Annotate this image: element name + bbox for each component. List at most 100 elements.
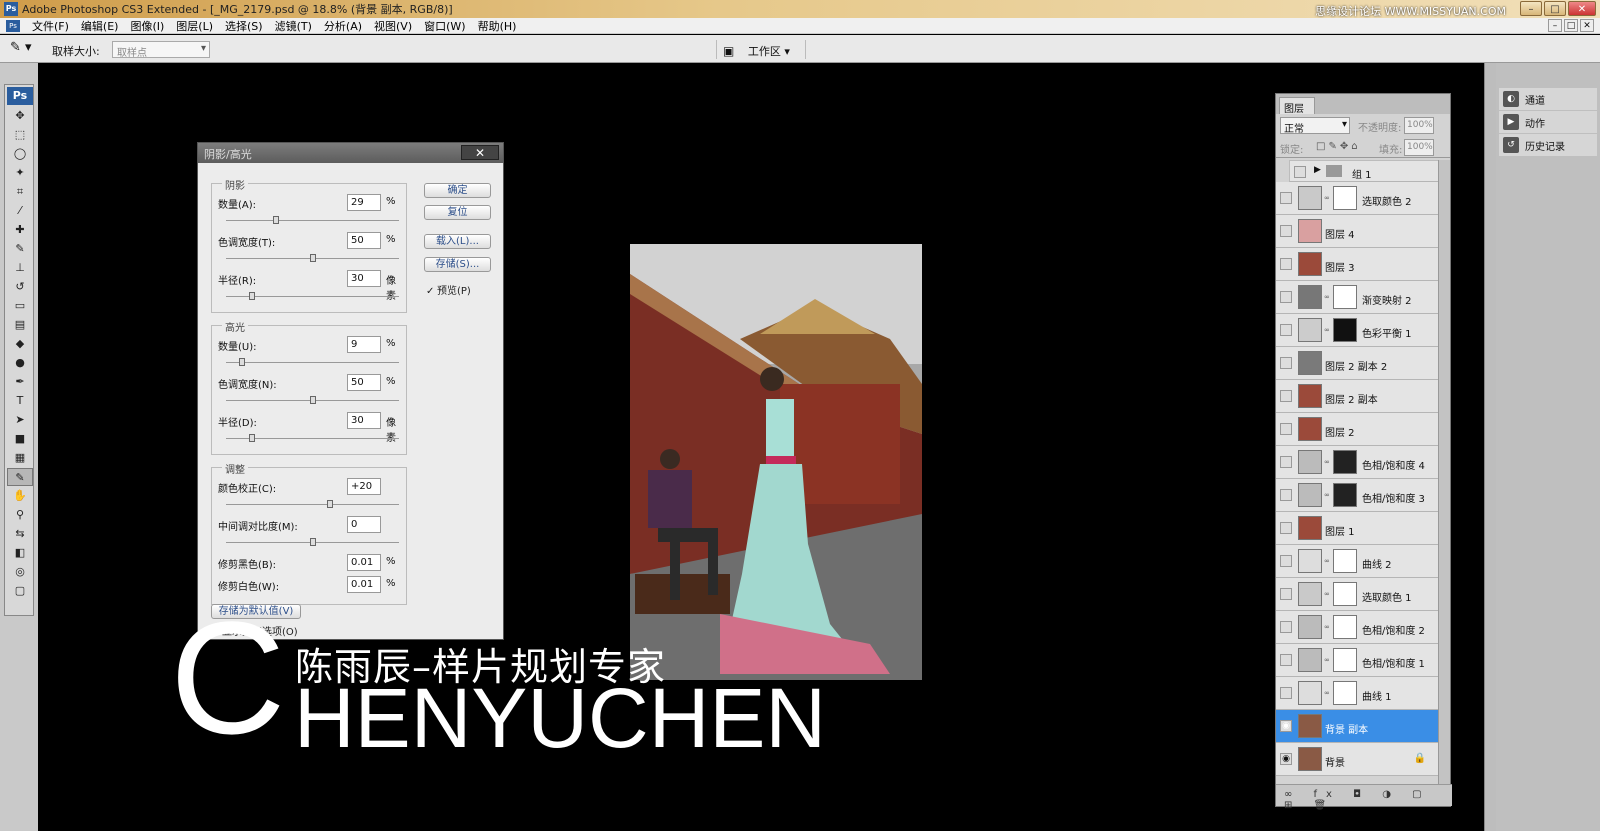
doc-restore-button[interactable]: □ [1564, 19, 1578, 32]
clip-white-input[interactable]: 0.01 [347, 576, 381, 593]
menu-analysis[interactable]: 分析(A) [318, 18, 368, 34]
slider-knob[interactable] [249, 292, 255, 300]
highlight-tonal-slider[interactable] [226, 400, 399, 401]
visibility-toggle[interactable] [1280, 324, 1292, 336]
lasso-tool-icon[interactable]: ◯ [7, 145, 33, 163]
visibility-toggle[interactable] [1280, 258, 1292, 270]
tab-layers[interactable]: 图层 × [1279, 97, 1315, 114]
menu-window[interactable]: 窗口(W) [418, 18, 471, 34]
shadow-amount-input[interactable]: 29 [347, 194, 381, 211]
highlight-amount-slider[interactable] [226, 362, 399, 363]
visibility-toggle[interactable] [1280, 225, 1292, 237]
highlight-radius-input[interactable]: 30 [347, 412, 381, 429]
close-window-button[interactable]: ✕ [1568, 1, 1596, 16]
visibility-toggle[interactable] [1280, 588, 1292, 600]
visibility-toggle[interactable] [1280, 654, 1292, 666]
quick-mask-icon[interactable]: ◎ [7, 563, 33, 581]
visibility-toggle[interactable] [1280, 687, 1292, 699]
healing-brush-icon[interactable]: ✚ [7, 221, 33, 239]
link-icon[interactable]: ∞ [1324, 326, 1329, 334]
menu-select[interactable]: 选择(S) [219, 18, 269, 34]
magic-wand-tool-icon[interactable]: ✦ [7, 164, 33, 182]
slider-knob[interactable] [327, 500, 333, 508]
highlight-amount-input[interactable]: 9 [347, 336, 381, 353]
channels-panel-button[interactable]: ◐通道 [1499, 88, 1597, 110]
layer-row[interactable]: 图层 2 副本 [1276, 380, 1440, 413]
path-selection-icon[interactable]: ➤ [7, 411, 33, 429]
shape-tool-icon[interactable]: ■ [7, 430, 33, 448]
layer-row[interactable]: 图层 2 副本 2 [1276, 347, 1440, 380]
preview-checkbox[interactable]: ✓预览(P) [426, 282, 471, 297]
slider-knob[interactable] [310, 538, 316, 546]
link-icon[interactable]: ∞ [1324, 194, 1329, 202]
actions-panel-button[interactable]: ▶动作 [1499, 111, 1597, 133]
clip-black-input[interactable]: 0.01 [347, 554, 381, 571]
layers-bottom-toolbar[interactable]: ∞ fx ◘ ◑ ▢ ⊞ 🗑 [1276, 784, 1452, 806]
visibility-toggle[interactable] [1280, 423, 1292, 435]
shadow-radius-slider[interactable] [226, 296, 399, 297]
layer-row[interactable]: ◉背景🔒 [1276, 743, 1440, 776]
opacity-input[interactable]: 100% [1404, 117, 1434, 134]
slider-knob[interactable] [310, 254, 316, 262]
history-brush-icon[interactable]: ↺ [7, 278, 33, 296]
move-tool-icon[interactable]: ✥ [7, 107, 33, 125]
eye-icon[interactable]: ◉ [1280, 753, 1292, 765]
link-icon[interactable]: ∞ [1324, 623, 1329, 631]
layer-row[interactable]: ∞曲线 1 [1276, 677, 1440, 710]
eye-icon[interactable]: ◉ [1280, 720, 1292, 732]
brush-tool-icon[interactable]: ✎ [7, 240, 33, 258]
color-correction-slider[interactable] [226, 504, 399, 505]
layer-row[interactable]: 图层 4 [1276, 215, 1440, 248]
expand-arrow-icon[interactable]: ▶ [1314, 165, 1321, 175]
link-icon[interactable]: ∞ [1324, 557, 1329, 565]
shadow-tonal-input[interactable]: 50 [347, 232, 381, 249]
visibility-toggle[interactable] [1280, 555, 1292, 567]
layers-scrollbar[interactable] [1438, 160, 1450, 784]
zoom-tool-icon[interactable]: ⚲ [7, 506, 33, 524]
color-swatches[interactable]: ◧ [7, 544, 33, 562]
layer-row[interactable]: ∞渐变映射 2 [1276, 281, 1440, 314]
visibility-toggle[interactable] [1280, 390, 1292, 402]
blur-tool-icon[interactable]: ◆ [7, 335, 33, 353]
midtone-contrast-input[interactable]: 0 [347, 516, 381, 533]
swap-colors-icon[interactable]: ⇆ [7, 525, 33, 543]
save-button[interactable]: 存储(S)... [424, 257, 491, 272]
ps-logo[interactable]: Ps [7, 87, 33, 105]
layer-row[interactable]: 图层 1 [1276, 512, 1440, 545]
history-panel-button[interactable]: ↺历史记录 [1499, 134, 1597, 156]
slider-knob[interactable] [273, 216, 279, 224]
marquee-tool-icon[interactable]: ⬚ [7, 126, 33, 144]
pen-tool-icon[interactable]: ✒ [7, 373, 33, 391]
gradient-tool-icon[interactable]: ▤ [7, 316, 33, 334]
layer-row[interactable]: ∞选取颜色 1 [1276, 578, 1440, 611]
highlight-tonal-input[interactable]: 50 [347, 374, 381, 391]
maximize-button[interactable]: □ [1544, 1, 1566, 16]
hand-tool-icon[interactable]: ✋ [7, 487, 33, 505]
visibility-toggle[interactable] [1280, 522, 1292, 534]
dodge-tool-icon[interactable]: ● [7, 354, 33, 372]
link-icon[interactable]: ∞ [1324, 491, 1329, 499]
layer-row[interactable]: ∞曲线 2 [1276, 545, 1440, 578]
link-icon[interactable]: ∞ [1324, 458, 1329, 466]
dialog-close-button[interactable]: ✕ [461, 145, 499, 160]
layer-row[interactable]: ∞色相/饱和度 1 [1276, 644, 1440, 677]
layer-row[interactable]: ∞色彩平衡 1 [1276, 314, 1440, 347]
visibility-toggle[interactable] [1280, 357, 1292, 369]
menu-layer[interactable]: 图层(L) [170, 18, 219, 34]
link-icon[interactable]: ∞ [1324, 656, 1329, 664]
layer-row[interactable]: ∞选取颜色 2 [1276, 182, 1440, 215]
minimize-button[interactable]: – [1520, 1, 1542, 16]
eyedropper-tool-icon[interactable]: ✎ [7, 468, 33, 486]
doc-close-button[interactable]: ✕ [1580, 19, 1594, 32]
ok-button[interactable]: 确定 [424, 183, 491, 198]
visibility-toggle[interactable] [1280, 291, 1292, 303]
document-icon[interactable]: Ps [6, 20, 20, 32]
workspace-menu[interactable]: ▣ 工作区 ▾ [716, 40, 806, 59]
layer-row[interactable]: 图层 3 [1276, 248, 1440, 281]
clone-stamp-icon[interactable]: ⊥ [7, 259, 33, 277]
slider-knob[interactable] [239, 358, 245, 366]
doc-minimize-button[interactable]: – [1548, 19, 1562, 32]
visibility-toggle[interactable] [1280, 456, 1292, 468]
layer-row[interactable]: ∞色相/饱和度 3 [1276, 479, 1440, 512]
load-button[interactable]: 载入(L)... [424, 234, 491, 249]
